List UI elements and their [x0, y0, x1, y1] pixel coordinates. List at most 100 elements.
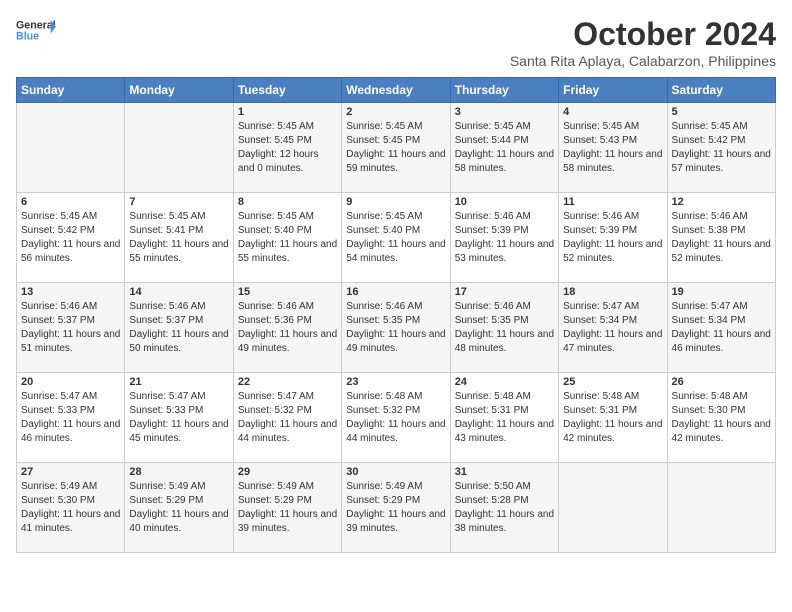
day-number: 26	[672, 376, 771, 388]
calendar-cell: 20 Sunrise: 5:47 AM Sunset: 5:33 PM Dayli…	[17, 373, 125, 463]
day-info: Sunrise: 5:46 AM Sunset: 5:38 PM Dayligh…	[672, 210, 771, 266]
day-number: 27	[21, 466, 120, 478]
day-number: 7	[129, 196, 228, 208]
day-info: Sunrise: 5:45 AM Sunset: 5:42 PM Dayligh…	[21, 210, 120, 266]
day-number: 4	[563, 106, 662, 118]
day-number: 25	[563, 376, 662, 388]
day-number: 21	[129, 376, 228, 388]
day-number: 8	[238, 196, 337, 208]
day-number: 6	[21, 196, 120, 208]
day-info: Sunrise: 5:45 AM Sunset: 5:40 PM Dayligh…	[238, 210, 337, 266]
day-number: 24	[455, 376, 554, 388]
calendar-cell: 4 Sunrise: 5:45 AM Sunset: 5:43 PM Daylig…	[559, 103, 667, 193]
day-info: Sunrise: 5:48 AM Sunset: 5:32 PM Dayligh…	[346, 390, 445, 446]
calendar-cell	[559, 463, 667, 553]
day-info: Sunrise: 5:49 AM Sunset: 5:29 PM Dayligh…	[238, 480, 337, 536]
svg-text:Blue: Blue	[16, 30, 39, 42]
day-info: Sunrise: 5:46 AM Sunset: 5:37 PM Dayligh…	[129, 300, 228, 356]
day-info: Sunrise: 5:49 AM Sunset: 5:29 PM Dayligh…	[346, 480, 445, 536]
calendar-cell: 29 Sunrise: 5:49 AM Sunset: 5:29 PM Dayli…	[233, 463, 341, 553]
col-header-sunday: Sunday	[17, 78, 125, 103]
day-info: Sunrise: 5:46 AM Sunset: 5:35 PM Dayligh…	[346, 300, 445, 356]
col-header-friday: Friday	[559, 78, 667, 103]
day-info: Sunrise: 5:46 AM Sunset: 5:39 PM Dayligh…	[455, 210, 554, 266]
calendar-cell: 26 Sunrise: 5:48 AM Sunset: 5:30 PM Dayli…	[667, 373, 775, 463]
day-info: Sunrise: 5:45 AM Sunset: 5:43 PM Dayligh…	[563, 120, 662, 176]
calendar-cell: 27 Sunrise: 5:49 AM Sunset: 5:30 PM Dayli…	[17, 463, 125, 553]
day-info: Sunrise: 5:49 AM Sunset: 5:29 PM Dayligh…	[129, 480, 228, 536]
day-number: 9	[346, 196, 445, 208]
day-info: Sunrise: 5:45 AM Sunset: 5:45 PM Dayligh…	[346, 120, 445, 176]
calendar-cell: 13Sunrise: 5:46 AM Sunset: 5:37 PM Dayli…	[17, 283, 125, 373]
day-number: 23	[346, 376, 445, 388]
calendar-cell: 22 Sunrise: 5:47 AM Sunset: 5:32 PM Dayli…	[233, 373, 341, 463]
calendar-week-row: 6 Sunrise: 5:45 AM Sunset: 5:42 PM Daylig…	[17, 193, 776, 283]
day-number: 16	[346, 286, 445, 298]
calendar-cell: 7 Sunrise: 5:45 AM Sunset: 5:41 PM Daylig…	[125, 193, 233, 283]
calendar-cell: 6 Sunrise: 5:45 AM Sunset: 5:42 PM Daylig…	[17, 193, 125, 283]
day-number: 20	[21, 376, 120, 388]
calendar-cell: 31 Sunrise: 5:50 AM Sunset: 5:28 PM Dayli…	[450, 463, 558, 553]
calendar-cell: 12 Sunrise: 5:46 AM Sunset: 5:38 PM Dayli…	[667, 193, 775, 283]
day-number: 31	[455, 466, 554, 478]
day-number: 14	[129, 286, 228, 298]
day-number: 28	[129, 466, 228, 478]
day-info: Sunrise: 5:48 AM Sunset: 5:31 PM Dayligh…	[563, 390, 662, 446]
day-number: 10	[455, 196, 554, 208]
calendar-cell: 5 Sunrise: 5:45 AM Sunset: 5:42 PM Daylig…	[667, 103, 775, 193]
calendar-cell: 21 Sunrise: 5:47 AM Sunset: 5:33 PM Dayli…	[125, 373, 233, 463]
day-info: Sunrise: 5:48 AM Sunset: 5:31 PM Dayligh…	[455, 390, 554, 446]
logo-icon: General Blue	[16, 16, 56, 44]
calendar-week-row: 27 Sunrise: 5:49 AM Sunset: 5:30 PM Dayli…	[17, 463, 776, 553]
day-info: Sunrise: 5:45 AM Sunset: 5:40 PM Dayligh…	[346, 210, 445, 266]
calendar-cell	[667, 463, 775, 553]
calendar-cell: 9 Sunrise: 5:45 AM Sunset: 5:40 PM Daylig…	[342, 193, 450, 283]
calendar-cell: 17Sunrise: 5:46 AM Sunset: 5:35 PM Dayli…	[450, 283, 558, 373]
col-header-tuesday: Tuesday	[233, 78, 341, 103]
col-header-wednesday: Wednesday	[342, 78, 450, 103]
calendar-cell: 14 Sunrise: 5:46 AM Sunset: 5:37 PM Dayli…	[125, 283, 233, 373]
calendar-header-row: SundayMondayTuesdayWednesdayThursdayFrid…	[17, 78, 776, 103]
day-number: 29	[238, 466, 337, 478]
day-number: 18	[563, 286, 662, 298]
calendar-cell: 19Sunrise: 5:47 AM Sunset: 5:34 PM Dayli…	[667, 283, 775, 373]
calendar-cell: 1Sunrise: 5:45 AM Sunset: 5:45 PM Daylig…	[233, 103, 341, 193]
day-info: Sunrise: 5:47 AM Sunset: 5:33 PM Dayligh…	[129, 390, 228, 446]
calendar-table: SundayMondayTuesdayWednesdayThursdayFrid…	[16, 77, 776, 553]
day-info: Sunrise: 5:45 AM Sunset: 5:41 PM Dayligh…	[129, 210, 228, 266]
day-number: 11	[563, 196, 662, 208]
day-info: Sunrise: 5:47 AM Sunset: 5:33 PM Dayligh…	[21, 390, 120, 446]
calendar-week-row: 1 Sunrise: 5:45 AM Sunset: 5:45 PM Daylig…	[17, 103, 776, 193]
calendar-cell	[17, 103, 125, 193]
day-info: Sunrise: 5:46 AM Sunset: 5:37 PM Dayligh…	[21, 300, 120, 356]
col-header-saturday: Saturday	[667, 78, 775, 103]
calendar-cell	[125, 103, 233, 193]
day-number: 22	[238, 376, 337, 388]
day-number: 15	[238, 286, 337, 298]
day-info: Sunrise: 5:46 AM Sunset: 5:36 PM Dayligh…	[238, 300, 337, 356]
calendar-cell: 8 Sunrise: 5:45 AM Sunset: 5:40 PM Daylig…	[233, 193, 341, 283]
calendar-week-row: 13Sunrise: 5:46 AM Sunset: 5:37 PM Dayli…	[17, 283, 776, 373]
calendar-cell: 18Sunrise: 5:47 AM Sunset: 5:34 PM Dayli…	[559, 283, 667, 373]
month-title: October 2024	[510, 16, 776, 53]
day-number: 3	[455, 106, 554, 118]
day-info: Sunrise: 5:48 AM Sunset: 5:30 PM Dayligh…	[672, 390, 771, 446]
day-number: 30	[346, 466, 445, 478]
day-number: 19	[672, 286, 771, 298]
col-header-thursday: Thursday	[450, 78, 558, 103]
calendar-cell: 10 Sunrise: 5:46 AM Sunset: 5:39 PM Dayli…	[450, 193, 558, 283]
day-number: 2	[346, 106, 445, 118]
calendar-cell: 2 Sunrise: 5:45 AM Sunset: 5:45 PM Daylig…	[342, 103, 450, 193]
day-info: Sunrise: 5:45 AM Sunset: 5:44 PM Dayligh…	[455, 120, 554, 176]
day-number: 5	[672, 106, 771, 118]
day-number: 1	[238, 106, 337, 118]
calendar-cell: 3 Sunrise: 5:45 AM Sunset: 5:44 PM Daylig…	[450, 103, 558, 193]
day-number: 12	[672, 196, 771, 208]
day-info: Sunrise: 5:47 AM Sunset: 5:32 PM Dayligh…	[238, 390, 337, 446]
day-info: Sunrise: 5:49 AM Sunset: 5:30 PM Dayligh…	[21, 480, 120, 536]
day-info: Sunrise: 5:45 AM Sunset: 5:42 PM Dayligh…	[672, 120, 771, 176]
title-block: October 2024 Santa Rita Aplaya, Calabarz…	[510, 16, 776, 69]
calendar-cell: 28 Sunrise: 5:49 AM Sunset: 5:29 PM Dayli…	[125, 463, 233, 553]
day-info: Sunrise: 5:50 AM Sunset: 5:28 PM Dayligh…	[455, 480, 554, 536]
location-subtitle: Santa Rita Aplaya, Calabarzon, Philippin…	[510, 53, 776, 69]
